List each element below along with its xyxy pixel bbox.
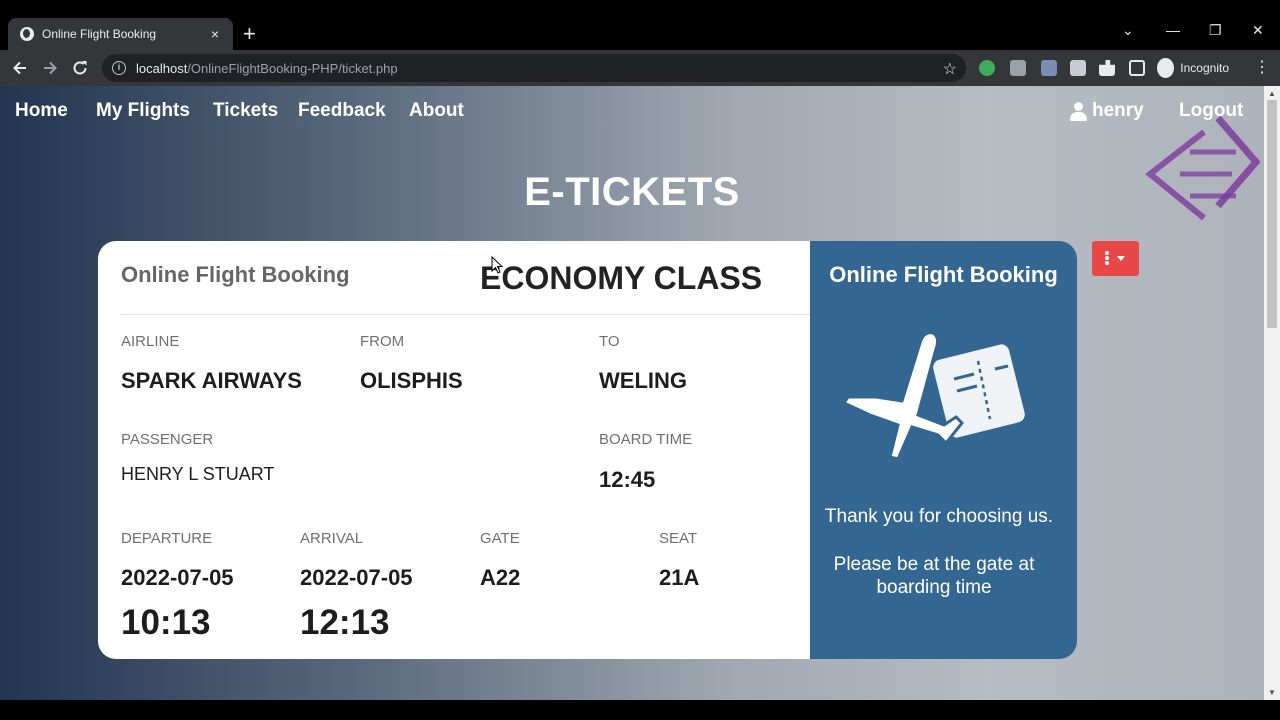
caret-down-icon xyxy=(1117,256,1125,261)
tab-search-icon[interactable]: ⌄ xyxy=(1122,22,1134,38)
extension-green-icon[interactable] xyxy=(979,60,995,76)
browser-toolbar: i localhost/OnlineFlightBooking-PHP/tick… xyxy=(0,50,1280,86)
to-value: WELING xyxy=(599,368,687,393)
seat-label: SEAT xyxy=(659,530,698,547)
gate-label: GATE xyxy=(480,530,520,547)
back-arrow-icon xyxy=(13,61,26,75)
ticket-divider xyxy=(121,314,810,315)
restore-button[interactable]: ❐ xyxy=(1209,22,1222,38)
mouse-cursor-icon xyxy=(491,256,503,274)
user-icon xyxy=(1070,102,1087,121)
tab-title: Online Flight Booking xyxy=(42,27,157,41)
scrollbar-thumb[interactable] xyxy=(1267,100,1277,328)
globe-icon xyxy=(20,27,34,41)
close-window-button[interactable]: ✕ xyxy=(1252,22,1264,38)
departure-time: 10:13 xyxy=(121,603,211,642)
page-title: E-TICKETS xyxy=(524,170,740,214)
browser-tab[interactable]: Online Flight Booking × xyxy=(8,18,233,50)
eyedropper-icon[interactable] xyxy=(1041,60,1057,76)
nav-username[interactable]: henry xyxy=(1092,100,1144,122)
departure-label: DEPARTURE xyxy=(121,530,213,547)
browser-menu-icon[interactable]: ⋮ xyxy=(1254,58,1270,78)
ticket-main: Online Flight Booking ECONOMY CLASS AIRL… xyxy=(98,241,810,659)
forward-button[interactable] xyxy=(40,58,60,78)
bottom-frame xyxy=(0,700,1280,720)
page-scrollbar[interactable]: ▲ ▼ xyxy=(1264,86,1280,700)
scroll-down-icon[interactable]: ▼ xyxy=(1268,688,1276,697)
bookmark-star-icon[interactable]: ☆ xyxy=(943,59,957,79)
ticket-stub: Online Flight Booking Thank you for choo… xyxy=(810,241,1077,659)
arrival-date: 2022-07-05 xyxy=(300,565,413,590)
minimize-button[interactable]: — xyxy=(1166,22,1180,38)
ticket-actions-dropdown-button[interactable] xyxy=(1092,241,1139,276)
scroll-up-icon[interactable]: ▲ xyxy=(1268,89,1276,98)
arrival-label: ARRIVAL xyxy=(300,530,364,547)
passenger-value: HENRY L STUART xyxy=(121,464,275,484)
gate-reminder: Please be at the gate at boarding time xyxy=(833,554,1035,598)
nav-tickets[interactable]: Tickets xyxy=(213,100,278,122)
arrival-time: 12:13 xyxy=(300,603,390,642)
to-label: TO xyxy=(599,333,620,350)
thank-you-message: Thank you for choosing us. xyxy=(824,506,1054,527)
departure-date: 2022-07-05 xyxy=(121,565,234,590)
site-info-icon[interactable]: i xyxy=(112,61,126,75)
reload-button[interactable] xyxy=(70,58,90,78)
stub-brand: Online Flight Booking xyxy=(829,262,1058,287)
nav-home[interactable]: Home xyxy=(15,100,68,122)
page-viewport: Home My Flights Tickets Feedback About h… xyxy=(0,86,1264,700)
url-path: /OnlineFlightBooking-PHP/ticket.php xyxy=(187,60,398,76)
airline-value: SPARK AIRWAYS xyxy=(121,368,302,393)
browser-tab-strip: Online Flight Booking × + ⌄ — ❐ ✕ xyxy=(0,0,1280,50)
incognito-profile[interactable]: Incognito xyxy=(1157,57,1229,79)
airline-label: AIRLINE xyxy=(121,333,180,350)
incognito-label: Incognito xyxy=(1180,61,1229,75)
ticket-class: ECONOMY CLASS xyxy=(480,260,763,296)
gate-value: A22 xyxy=(480,565,521,590)
board-time-value: 12:45 xyxy=(599,467,656,492)
passenger-label: PASSENGER xyxy=(121,431,214,448)
address-bar[interactable]: i localhost/OnlineFlightBooking-PHP/tick… xyxy=(102,54,966,82)
nav-feedback[interactable]: Feedback xyxy=(298,100,386,122)
reload-icon xyxy=(73,61,87,75)
nav-about[interactable]: About xyxy=(409,100,464,122)
seat-value: 21A xyxy=(659,565,700,590)
incognito-icon xyxy=(1157,58,1175,78)
extensions-puzzle-icon[interactable] xyxy=(1099,60,1115,76)
nav-my-flights[interactable]: My Flights xyxy=(96,100,190,122)
back-button[interactable] xyxy=(10,58,30,78)
side-panel-icon[interactable] xyxy=(1129,60,1145,76)
ticket-brand: Online Flight Booking xyxy=(121,262,350,287)
board-time-label: BOARD TIME xyxy=(599,431,693,448)
from-label: FROM xyxy=(360,333,405,350)
new-tab-button[interactable]: + xyxy=(243,22,256,46)
tab-close-icon[interactable]: × xyxy=(207,26,223,42)
from-value: OLISPHIS xyxy=(360,368,463,393)
extension-puzzle-frame-icon[interactable] xyxy=(1070,60,1086,76)
plane-ticket-icon xyxy=(841,331,1025,461)
camera-icon[interactable] xyxy=(1010,60,1026,76)
vertical-dots-icon xyxy=(1105,251,1109,265)
forward-arrow-icon xyxy=(44,61,57,75)
url-host: localhost xyxy=(136,60,188,76)
